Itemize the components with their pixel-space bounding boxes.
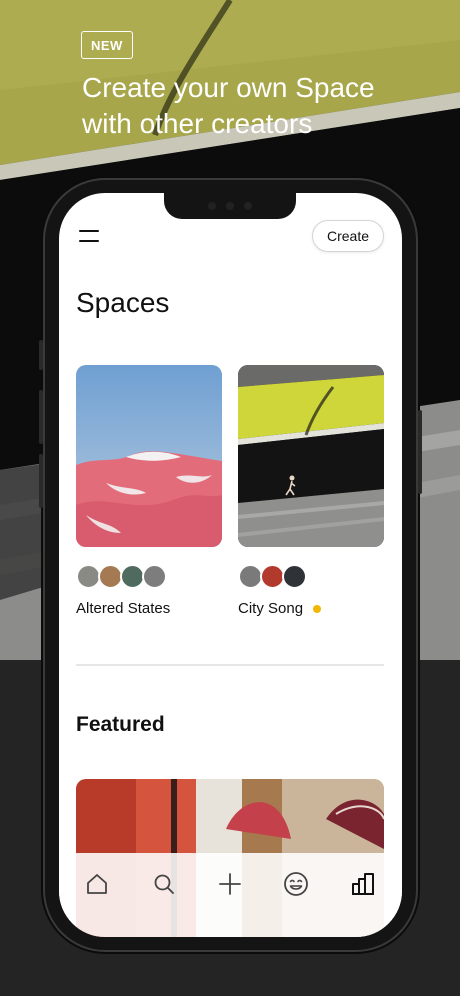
search-icon[interactable] bbox=[150, 870, 178, 898]
space-card-altered-states[interactable]: Altered States bbox=[76, 365, 222, 617]
divider bbox=[76, 664, 384, 666]
phone-frame: Create Spaces Altered States City Song F… bbox=[39, 180, 422, 950]
space-name-label: City Song bbox=[238, 600, 304, 617]
home-icon[interactable] bbox=[83, 870, 111, 898]
new-badge: NEW bbox=[81, 31, 133, 59]
bottom-tab-bar bbox=[59, 853, 402, 937]
notch bbox=[164, 193, 296, 219]
member-avatars bbox=[238, 564, 384, 589]
new-activity-dot bbox=[313, 604, 322, 613]
space-thumbnail[interactable] bbox=[76, 365, 222, 547]
page-title: Spaces bbox=[76, 287, 170, 318]
stats-icon[interactable] bbox=[349, 870, 377, 898]
power-button bbox=[418, 410, 422, 494]
space-card-city-song[interactable]: City Song bbox=[238, 365, 384, 617]
space-name: Altered States bbox=[76, 600, 222, 617]
space-name-label: Altered States bbox=[76, 600, 171, 617]
mute-switch bbox=[39, 340, 43, 370]
create-button[interactable]: Create bbox=[312, 220, 384, 252]
space-name: City Song bbox=[238, 600, 384, 617]
member-avatars bbox=[76, 564, 222, 589]
avatar bbox=[142, 564, 167, 589]
menu-icon[interactable] bbox=[79, 230, 99, 244]
plus-icon[interactable] bbox=[216, 870, 244, 898]
space-thumbnail[interactable] bbox=[238, 365, 384, 547]
volume-up-button bbox=[39, 390, 43, 444]
avatar bbox=[282, 564, 307, 589]
app-screen: Create Spaces Altered States City Song F… bbox=[59, 193, 402, 937]
promo-headline: Create your own Space with other creator… bbox=[82, 72, 375, 139]
volume-down-button bbox=[39, 454, 43, 508]
smiley-icon[interactable] bbox=[282, 870, 310, 898]
featured-title: Featured bbox=[76, 713, 165, 736]
